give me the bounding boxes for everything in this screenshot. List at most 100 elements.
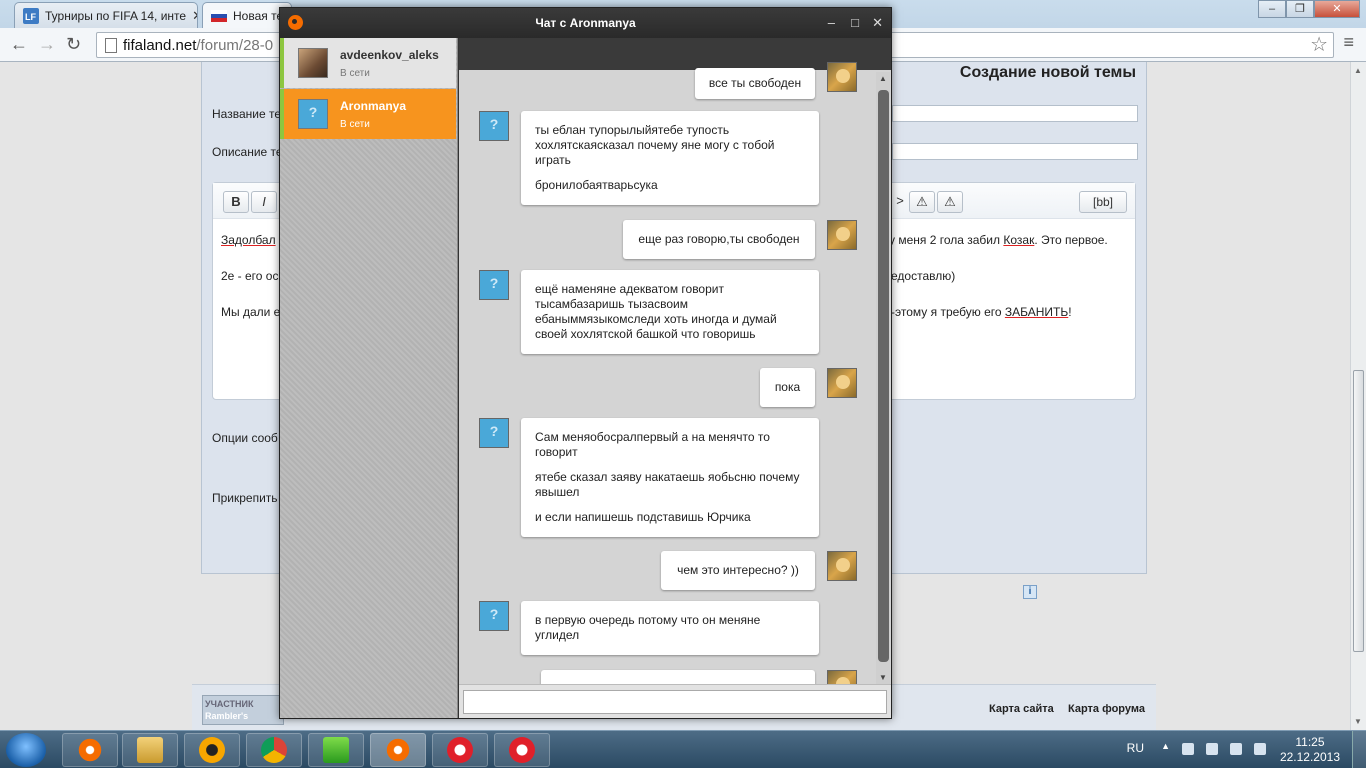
- attach-label: Прикрепить: [212, 491, 278, 505]
- fifa14-icon: [509, 737, 535, 763]
- url-path: /forum/28-0: [196, 36, 274, 54]
- message-text: ещё наменяне адекватом говорит тысамбаза…: [535, 282, 777, 341]
- info-icon[interactable]: i: [1023, 585, 1037, 599]
- minimize-window-button[interactable]: –: [1258, 0, 1286, 18]
- origin-icon: [77, 737, 103, 763]
- message-text: и если напишешь подставишь Юрчика: [535, 510, 751, 524]
- scroll-up-icon[interactable]: ▲: [1354, 66, 1362, 75]
- chat-scrollbar[interactable]: ▲ ▼: [876, 72, 890, 684]
- italic-button[interactable]: I: [251, 191, 277, 213]
- origin-icon: [385, 737, 411, 763]
- scroll-down-icon[interactable]: ▼: [1354, 717, 1362, 726]
- editor-text-part: Козак: [1003, 233, 1035, 247]
- chat-message-sent: еще раз говорю,ты свободен: [623, 220, 815, 259]
- chat-message-sent: чем это интересно? )): [661, 551, 815, 590]
- avatar: [298, 99, 328, 129]
- contact-name: Aronmanya: [340, 98, 407, 113]
- chat-maximize-button[interactable]: □: [851, 8, 859, 38]
- rambler-badge-text: УЧАСТНИК: [205, 699, 254, 709]
- scroll-up-icon[interactable]: ▲: [879, 74, 887, 83]
- my-avatar: [827, 551, 857, 581]
- reload-icon[interactable]: ↻: [66, 34, 81, 55]
- star-icon[interactable]: ☆: [1310, 32, 1328, 57]
- language-indicator[interactable]: RU: [1127, 741, 1144, 755]
- taskbar-astra[interactable]: [308, 733, 364, 767]
- action-center-icon[interactable]: [1182, 743, 1194, 755]
- message-history: все ты свободен ты еблан тупорылыйятебе …: [459, 38, 891, 684]
- bbcode-button[interactable]: [bb]: [1079, 191, 1127, 213]
- editor-text-fragment: -этому я требую его ЗАБАНИТЬ!: [891, 305, 1072, 319]
- tab-label: Турниры по FIFA 14, инте: [45, 8, 187, 23]
- show-desktop-button[interactable]: [1352, 731, 1366, 768]
- forward-icon[interactable]: →: [38, 34, 56, 55]
- chat-body: avdeenkov_aleks В сети Aronmanya В сети …: [280, 38, 891, 718]
- message-text: все ты свободен: [708, 76, 802, 90]
- topic-name-label: Название те: [212, 107, 281, 121]
- message-options-label: Опции сооб: [212, 431, 278, 445]
- contact-item-avdeenkov[interactable]: avdeenkov_aleks В сети: [280, 38, 456, 88]
- warning-user-icon[interactable]: ⚠: [937, 191, 963, 213]
- back-icon[interactable]: ←: [10, 34, 28, 55]
- clock[interactable]: 11:25 22.12.2013: [1280, 735, 1340, 765]
- editor-text-fragment: у меня 2 гола забил Козак. Это первое.: [889, 233, 1108, 247]
- sitemap-link[interactable]: Карта сайта: [989, 703, 1054, 715]
- avatar: [298, 48, 328, 78]
- taskbar-chrome[interactable]: [246, 733, 302, 767]
- url-host: fifaland.net: [123, 36, 197, 54]
- warning-list-icon[interactable]: ⚠: [909, 191, 935, 213]
- taskbar-fifa14[interactable]: [432, 733, 488, 767]
- scroll-down-icon[interactable]: ▼: [879, 673, 887, 682]
- chat-close-button[interactable]: ✕: [872, 8, 883, 38]
- chat-title: Чат с Aronmanya: [535, 16, 636, 30]
- taskbar-avast[interactable]: [184, 733, 240, 767]
- message-text: в первую очередь потому что он меняне уг…: [535, 613, 761, 642]
- contact-avatar: [479, 111, 509, 141]
- my-avatar: [827, 62, 857, 92]
- start-orb-icon[interactable]: [6, 733, 46, 767]
- volume-icon[interactable]: [1254, 743, 1266, 755]
- editor-text-part: -этому я требую его: [891, 305, 1005, 319]
- scrollbar-thumb[interactable]: [1353, 370, 1364, 652]
- message-text: Сам меняобосралпервый а на менячто то го…: [535, 430, 770, 459]
- chat-message-received: в первую очередь потому что он меняне уг…: [521, 601, 819, 655]
- contact-item-aronmanya[interactable]: Aronmanya В сети: [280, 89, 456, 139]
- chat-message-sent: все ты свободен: [695, 68, 815, 99]
- folder-icon: [137, 737, 163, 763]
- russian-flag-icon: [211, 9, 227, 22]
- rambler-top100-badge[interactable]: УЧАСТНИК Rambler's: [202, 695, 284, 725]
- taskbar-origin[interactable]: [62, 733, 118, 767]
- fifaland-favicon-icon: LF: [23, 7, 39, 24]
- topic-description-label: Описание те: [212, 145, 283, 159]
- taskbar-fifa14-second[interactable]: [494, 733, 550, 767]
- contact-name: avdeenkov_aleks: [340, 47, 439, 62]
- page-title: Создание новой темы: [959, 64, 1136, 81]
- page-scrollbar[interactable]: ▲ ▼: [1350, 62, 1366, 730]
- menu-icon[interactable]: ≡: [1343, 32, 1354, 53]
- network-signal-icon[interactable]: [1230, 743, 1242, 755]
- chat-message-input[interactable]: [463, 690, 887, 714]
- message-text: еще раз говорю,ты свободен: [638, 232, 800, 246]
- forum-map-link[interactable]: Карта форума: [1068, 703, 1145, 715]
- chat-titlebar: Чат с Aronmanya – □ ✕: [280, 8, 891, 38]
- tab-fifa-tournaments[interactable]: LF Турниры по FIFA 14, инте ✕: [14, 2, 198, 28]
- my-avatar: [827, 368, 857, 398]
- chat-minimize-button[interactable]: –: [828, 8, 835, 38]
- contact-avatar: [479, 418, 509, 448]
- tray-expand-icon[interactable]: ▲: [1161, 741, 1170, 753]
- restore-window-button[interactable]: ❐: [1286, 0, 1314, 18]
- chat-message-sent: пока: [760, 368, 815, 407]
- taskbar-origin-chat[interactable]: [370, 733, 426, 767]
- bold-button[interactable]: B: [223, 191, 249, 213]
- svg-text:LF: LF: [25, 12, 36, 22]
- message-text: бронилобаятварьсука: [535, 178, 658, 192]
- chat-scrollbar-thumb[interactable]: [878, 90, 889, 662]
- close-window-button[interactable]: ✕: [1314, 0, 1360, 18]
- my-avatar: [827, 220, 857, 250]
- taskbar-explorer[interactable]: [122, 733, 178, 767]
- usb-device-icon[interactable]: [1206, 743, 1218, 755]
- editor-text-part: . Это первое.: [1034, 233, 1108, 247]
- topic-name-input[interactable]: [892, 105, 1138, 122]
- chat-message-received: ты еблан тупорылыйятебе тупость хохлятск…: [521, 111, 819, 205]
- tab-close-icon[interactable]: ✕: [186, 8, 197, 24]
- topic-description-input[interactable]: [892, 143, 1138, 160]
